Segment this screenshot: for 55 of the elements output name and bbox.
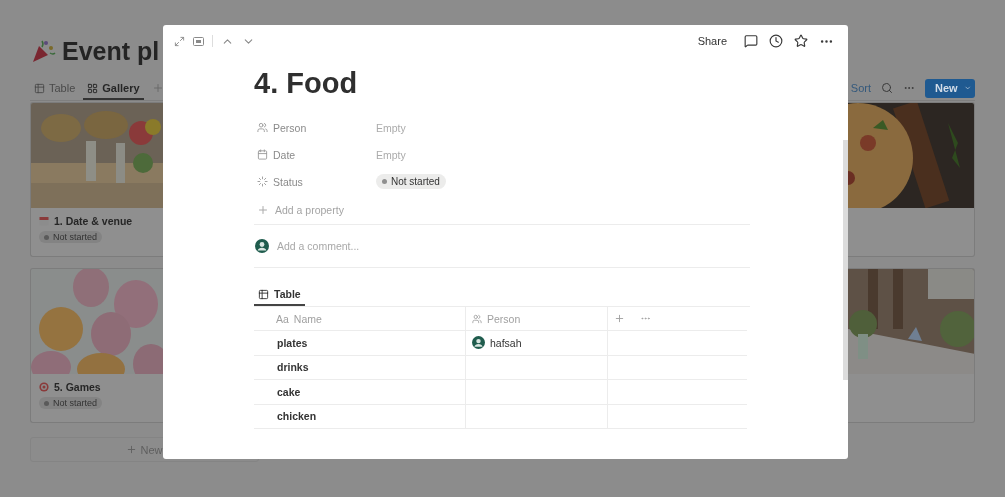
table-cell: drinks	[254, 355, 465, 380]
column-label: Name	[293, 312, 322, 325]
share-button[interactable]: Share	[697, 35, 727, 47]
table-icon	[34, 82, 45, 94]
view-tab[interactable]: Table	[254, 282, 305, 306]
table-cell: chicken	[254, 404, 465, 429]
new-button[interactable]: New	[925, 78, 975, 98]
sort-button[interactable]: Sort	[850, 82, 871, 94]
property-value[interactable]: Empty	[376, 148, 750, 161]
avatar-icon	[472, 336, 485, 350]
add-icon	[126, 444, 138, 455]
status-tag: Not started	[39, 231, 103, 243]
loader-icon	[257, 176, 268, 187]
comment-icon[interactable]	[744, 34, 758, 48]
property-label: Date	[273, 148, 296, 161]
avatar-icon	[255, 239, 269, 253]
person-name: hafsah	[490, 336, 522, 349]
table-cell: plates	[254, 331, 465, 356]
gallery-card[interactable]	[848, 268, 975, 423]
property-label: Status	[273, 175, 303, 188]
gallery-card[interactable]: 1. Date & venue Not started	[30, 102, 163, 257]
search-icon[interactable]	[881, 82, 893, 94]
card-title: 5. Games	[54, 381, 101, 393]
clock-icon[interactable]	[769, 34, 783, 48]
target-icon	[39, 382, 49, 392]
party-popper-icon	[30, 38, 56, 64]
column-header[interactable]: Aa Name	[254, 307, 465, 331]
gallery-card[interactable]: 5. Games Not started	[30, 268, 163, 423]
expand-icon[interactable]	[174, 35, 185, 47]
gallery-card[interactable]	[848, 102, 975, 257]
page-title: Event pl	[62, 36, 160, 66]
table-icon	[258, 288, 269, 300]
view-tab[interactable]: Table	[30, 76, 80, 100]
add-property-button[interactable]: Add a property	[275, 203, 344, 216]
people-icon	[472, 313, 482, 324]
people-icon	[257, 122, 268, 133]
table-cell: cake	[254, 380, 465, 405]
text-type-icon: Aa	[276, 312, 289, 325]
column-label: Person	[487, 312, 521, 325]
status-tag[interactable]: Not started	[376, 174, 446, 189]
calendar-icon	[257, 149, 268, 160]
page-title: 4. Food	[254, 67, 359, 100]
side-peek-icon[interactable]	[193, 36, 204, 46]
comment-field[interactable]: Add a comment...	[277, 240, 360, 252]
star-icon[interactable]	[794, 34, 808, 48]
property-label: Person	[273, 121, 307, 134]
add-icon[interactable]	[151, 82, 164, 94]
add-icon[interactable]	[614, 313, 625, 324]
view-tab[interactable]: Gallery	[83, 76, 144, 100]
column-header[interactable]: Person	[465, 307, 607, 331]
property-value[interactable]: Empty	[376, 121, 750, 134]
grid-icon	[87, 82, 99, 94]
card-title: 1. Date & venue	[54, 215, 133, 227]
scrollbar[interactable]	[843, 140, 848, 380]
status-tag: Not started	[39, 397, 103, 409]
